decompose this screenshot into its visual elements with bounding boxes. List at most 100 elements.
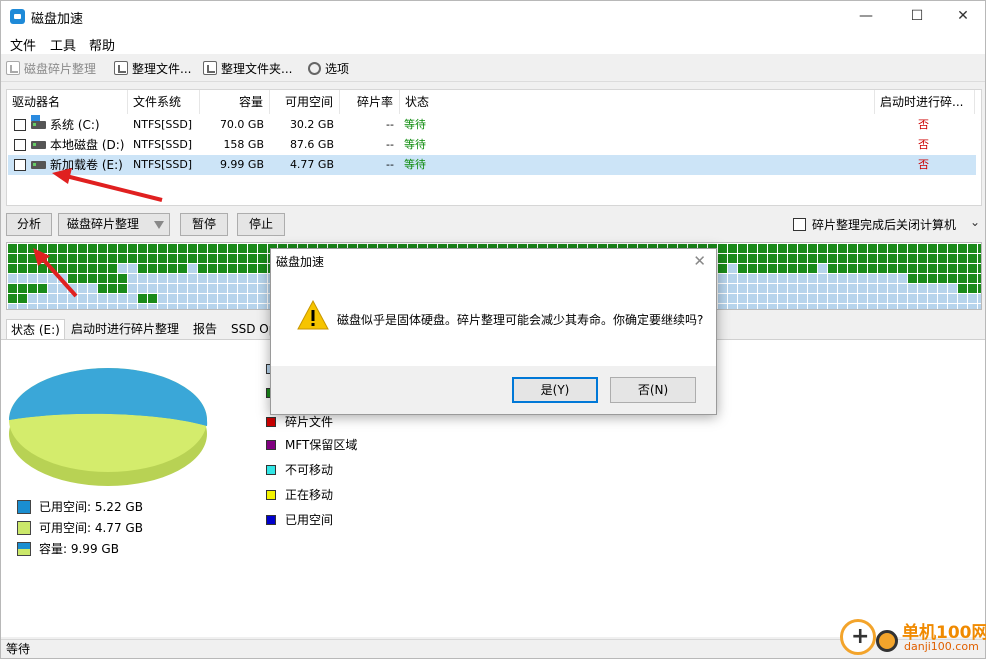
toolbar-options-button[interactable]: 选项: [308, 58, 349, 78]
cluster-free: [238, 274, 247, 283]
col-header-status[interactable]: 状态: [400, 90, 875, 114]
cluster-free: [848, 274, 857, 283]
cluster-free: [928, 284, 937, 293]
menu-file[interactable]: 文件: [10, 35, 36, 54]
cluster-free: [48, 274, 57, 283]
col-header-boot[interactable]: 启动时进行碎...: [875, 90, 975, 114]
legend-unmovable-label: 不可移动: [285, 463, 334, 477]
cluster-used: [188, 244, 197, 253]
cluster-used: [78, 264, 87, 273]
cluster-used: [828, 254, 837, 263]
cluster-used: [778, 244, 787, 253]
cluster-free: [48, 294, 57, 303]
col-header-frag[interactable]: 碎片率: [340, 90, 400, 114]
analyze-button[interactable]: 分析: [6, 213, 52, 236]
cluster-free: [938, 284, 947, 293]
dialog-no-button[interactable]: 否(N): [610, 377, 696, 403]
cluster-used: [138, 244, 147, 253]
cluster-free: [218, 284, 227, 293]
cluster-free: [948, 294, 957, 303]
cluster-free: [248, 274, 257, 283]
cluster-used: [108, 274, 117, 283]
cluster-used: [968, 264, 977, 273]
col-header-free[interactable]: 可用空间: [270, 90, 340, 114]
cluster-free: [808, 274, 817, 283]
stop-button[interactable]: 停止: [237, 213, 285, 236]
cluster-used: [848, 254, 857, 263]
defrag-icon: [6, 61, 20, 75]
cluster-free: [128, 264, 137, 273]
cluster-used: [18, 294, 27, 303]
drive-checkbox[interactable]: [14, 119, 26, 131]
cluster-used: [858, 254, 867, 263]
toolbar-options-label: 选项: [325, 61, 350, 76]
cluster-used: [168, 244, 177, 253]
cluster-used: [828, 264, 837, 273]
drive-checkbox[interactable]: [14, 139, 26, 151]
dialog-yes-button[interactable]: 是(Y): [512, 377, 598, 403]
toolbar-defrag-file-button[interactable]: 整理文件...: [114, 58, 191, 78]
cluster-used: [148, 294, 157, 303]
drive-row[interactable]: 系统 (C:) NTFS[SSD] 70.0 GB 30.2 GB -- 等待 …: [8, 115, 976, 135]
cluster-used: [928, 274, 937, 283]
col-header-fs[interactable]: 文件系统: [128, 90, 200, 114]
window-title: 磁盘加速: [31, 12, 84, 27]
cluster-used: [138, 294, 147, 303]
cluster-used: [898, 244, 907, 253]
drive-row-selected[interactable]: 新加载卷 (E:) NTFS[SSD] 9.99 GB 4.77 GB -- 等…: [8, 155, 976, 175]
dialog-close-icon[interactable]: ✕: [693, 252, 706, 270]
menu-help[interactable]: 帮助: [89, 35, 115, 54]
cluster-used: [18, 254, 27, 263]
cluster-used: [938, 264, 947, 273]
cluster-free: [158, 294, 167, 303]
cluster-used: [938, 254, 947, 263]
toolbar-defrag-folder-button[interactable]: 整理文件夹...: [203, 58, 292, 78]
tab-status[interactable]: 状态 (E:): [6, 319, 65, 340]
chevron-down-icon[interactable]: ⌄: [970, 215, 980, 229]
tab-boot-defrag[interactable]: 启动时进行碎片整理: [67, 319, 183, 339]
drive-boot: 否: [918, 138, 929, 151]
cluster-free: [48, 284, 57, 293]
shutdown-option[interactable]: 碎片整理完成后关闭计算机: [793, 216, 956, 233]
cluster-free: [828, 284, 837, 293]
cluster-used: [838, 264, 847, 273]
cluster-used: [768, 264, 777, 273]
cluster-free: [868, 274, 877, 283]
cluster-free: [168, 294, 177, 303]
cluster-used: [838, 254, 847, 263]
legend-moving-label: 正在移动: [285, 488, 334, 502]
cluster-free: [178, 284, 187, 293]
cluster-free: [848, 294, 857, 303]
cluster-free: [918, 304, 927, 309]
close-button[interactable]: ✕: [940, 1, 986, 32]
cluster-used: [238, 264, 247, 273]
col-header-capacity[interactable]: 容量: [200, 90, 270, 114]
shutdown-checkbox[interactable]: [793, 218, 806, 231]
col-header-name[interactable]: 驱动器名: [7, 90, 128, 114]
menu-tools[interactable]: 工具: [50, 35, 76, 54]
cluster-free: [738, 304, 747, 309]
cluster-free: [728, 304, 737, 309]
cluster-free: [858, 294, 867, 303]
legend-mft: MFT保留区域: [266, 436, 357, 453]
minimize-button[interactable]: —: [843, 1, 889, 32]
cluster-used: [88, 264, 97, 273]
drive-status: 等待: [404, 138, 426, 151]
title-bar: 磁盘加速 — ☐ ✕: [1, 1, 985, 32]
cluster-used: [158, 254, 167, 263]
cluster-used: [728, 244, 737, 253]
cluster-used: [248, 264, 257, 273]
tab-report[interactable]: 报告: [189, 319, 221, 339]
toolbar-defrag-button[interactable]: 磁盘碎片整理: [6, 58, 96, 78]
drive-row[interactable]: 本地磁盘 (D:) NTFS[SSD] 158 GB 87.6 GB -- 等待…: [8, 135, 976, 155]
maximize-button[interactable]: ☐: [894, 1, 940, 32]
warning-icon: [297, 300, 329, 330]
cluster-free: [898, 274, 907, 283]
pause-button[interactable]: 暂停: [180, 213, 228, 236]
cluster-used: [188, 254, 197, 263]
cluster-used: [818, 244, 827, 253]
legend-used-space: 已用空间: [266, 511, 333, 528]
defrag-dropdown-button[interactable]: 磁盘碎片整理: [58, 213, 170, 236]
drive-checkbox[interactable]: [14, 159, 26, 171]
cluster-free: [208, 284, 217, 293]
